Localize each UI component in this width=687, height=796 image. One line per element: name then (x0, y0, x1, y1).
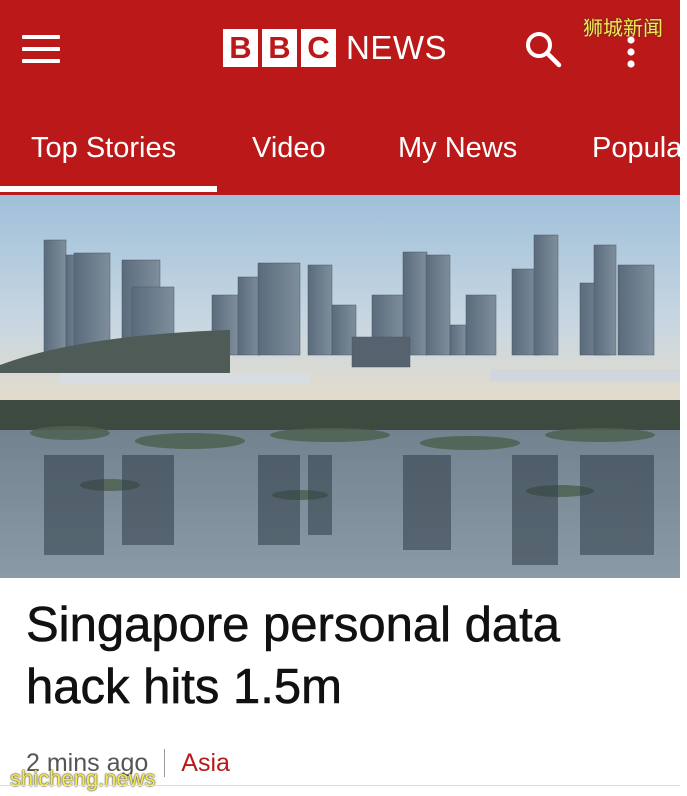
tab-popular[interactable]: Popula (592, 132, 680, 165)
app-header: B B C NEWS 狮城新闻 Top Stories Video My New… (0, 0, 680, 195)
tab-my-news[interactable]: My News (398, 132, 517, 165)
watermark-bottom: shicheng.news (10, 766, 156, 791)
section-link-asia[interactable]: Asia (181, 749, 230, 778)
logo-letter-b1: B (223, 29, 258, 67)
logo-letter-b2: B (262, 29, 297, 67)
search-icon[interactable] (524, 30, 564, 70)
logo-news-word: NEWS (346, 29, 447, 66)
hero-image-singapore-skyline[interactable] (0, 195, 680, 578)
tab-top-stories[interactable]: Top Stories (31, 132, 176, 165)
active-tab-indicator (0, 186, 217, 192)
watermark-top: 狮城新闻 (583, 16, 663, 40)
article-headline[interactable]: Singapore personal data hack hits 1.5m (26, 594, 666, 718)
section-tabs: Top Stories Video My News Popula (0, 118, 680, 195)
bbc-news-logo[interactable]: B B C NEWS (223, 28, 447, 68)
tab-video[interactable]: Video (252, 132, 326, 165)
meta-separator (164, 749, 166, 777)
hamburger-menu-icon[interactable] (22, 35, 60, 63)
screen-edge (680, 0, 687, 796)
logo-letter-c: C (301, 29, 336, 67)
bottom-divider (0, 785, 680, 786)
